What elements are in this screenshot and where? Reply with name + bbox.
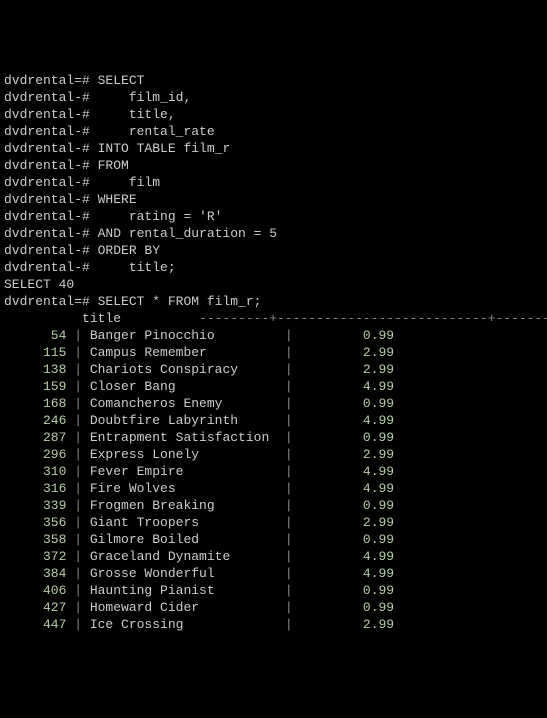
- sql-line: film_id,: [90, 90, 191, 105]
- cell-film-id: 54: [4, 328, 66, 343]
- sql-line: film: [90, 175, 160, 190]
- psql-prompt: dvdrental-#: [4, 141, 90, 156]
- cell-rental-rate: 2.99: [300, 617, 394, 632]
- cell-title: Ice Crossing: [90, 617, 285, 632]
- cell-rental-rate: 4.99: [300, 481, 394, 496]
- psql-prompt: dvdrental-#: [4, 226, 90, 241]
- cell-rental-rate: 4.99: [300, 566, 394, 581]
- cell-title: Gilmore Boiled: [90, 532, 285, 547]
- psql-prompt: dvdrental-#: [4, 124, 90, 139]
- cell-title: Closer Bang: [90, 379, 285, 394]
- psql-prompt: dvdrental-#: [4, 175, 90, 190]
- cell-film-id: 384: [4, 566, 66, 581]
- sql-line: rating = 'R': [90, 209, 223, 224]
- cell-title: Campus Remember: [90, 345, 285, 360]
- cell-rental-rate: 4.99: [300, 413, 394, 428]
- cell-rental-rate: 0.99: [300, 532, 394, 547]
- cell-title: Fire Wolves: [90, 481, 285, 496]
- cell-film-id: 310: [4, 464, 66, 479]
- cell-film-id: 287: [4, 430, 66, 445]
- sql-line: FROM: [90, 158, 129, 173]
- cell-title: Frogmen Breaking: [90, 498, 285, 513]
- cell-rental-rate: 0.99: [300, 498, 394, 513]
- cell-film-id: 246: [4, 413, 66, 428]
- sql-line: SELECT: [90, 73, 145, 88]
- cell-rental-rate: 2.99: [300, 447, 394, 462]
- cell-film-id: 406: [4, 583, 66, 598]
- cell-title: Graceland Dynamite: [90, 549, 285, 564]
- sql-line: WHERE: [90, 192, 137, 207]
- sql-line: SELECT * FROM film_r;: [90, 294, 262, 309]
- cell-film-id: 427: [4, 600, 66, 615]
- header-separator: ---------+---------------------------+--…: [199, 311, 547, 326]
- sql-line: title;: [90, 260, 176, 275]
- psql-prompt: dvdrental-#: [4, 243, 90, 258]
- cell-film-id: 168: [4, 396, 66, 411]
- result-count: SELECT 40: [4, 277, 74, 292]
- sql-line: INTO TABLE film_r: [90, 141, 230, 156]
- cell-rental-rate: 2.99: [300, 345, 394, 360]
- psql-prompt: dvdrental=#: [4, 73, 90, 88]
- terminal-output: dvdrental=# SELECT dvdrental-# film_id, …: [4, 72, 543, 633]
- cell-film-id: 339: [4, 498, 66, 513]
- psql-prompt: dvdrental=#: [4, 294, 90, 309]
- cell-film-id: 159: [4, 379, 66, 394]
- cell-rental-rate: 0.99: [300, 328, 394, 343]
- sql-line: title,: [90, 107, 176, 122]
- cell-title: Comancheros Enemy: [90, 396, 285, 411]
- sql-line: ORDER BY: [90, 243, 160, 258]
- cell-title: Homeward Cider: [90, 600, 285, 615]
- cell-title: Express Lonely: [90, 447, 285, 462]
- cell-rental-rate: 2.99: [300, 515, 394, 530]
- cell-rental-rate: 0.99: [300, 396, 394, 411]
- cell-rental-rate: 0.99: [300, 430, 394, 445]
- cell-rental-rate: 4.99: [300, 379, 394, 394]
- cell-title: Fever Empire: [90, 464, 285, 479]
- cell-rental-rate: 0.99: [300, 583, 394, 598]
- cell-title: Haunting Pianist: [90, 583, 285, 598]
- psql-prompt: dvdrental-#: [4, 192, 90, 207]
- cell-film-id: 356: [4, 515, 66, 530]
- psql-prompt: dvdrental-#: [4, 209, 90, 224]
- cell-title: Banger Pinocchio: [90, 328, 285, 343]
- cell-title: Giant Troopers: [90, 515, 285, 530]
- cell-film-id: 358: [4, 532, 66, 547]
- psql-prompt: dvdrental-#: [4, 90, 90, 105]
- cell-title: Chariots Conspiracy: [90, 362, 285, 377]
- cell-title: Entrapment Satisfaction: [90, 430, 285, 445]
- sql-line: AND rental_duration = 5: [90, 226, 277, 241]
- cell-title: Grosse Wonderful: [90, 566, 285, 581]
- cell-film-id: 115: [4, 345, 66, 360]
- cell-film-id: 296: [4, 447, 66, 462]
- cell-rental-rate: 4.99: [300, 549, 394, 564]
- psql-prompt: dvdrental-#: [4, 107, 90, 122]
- psql-prompt: dvdrental-#: [4, 158, 90, 173]
- cell-film-id: 372: [4, 549, 66, 564]
- cell-title: Doubtfire Labyrinth: [90, 413, 285, 428]
- cell-rental-rate: 0.99: [300, 600, 394, 615]
- cell-rental-rate: 2.99: [300, 362, 394, 377]
- psql-prompt: dvdrental-#: [4, 260, 90, 275]
- cell-film-id: 138: [4, 362, 66, 377]
- cell-rental-rate: 4.99: [300, 464, 394, 479]
- cell-film-id: 447: [4, 617, 66, 632]
- cell-film-id: 316: [4, 481, 66, 496]
- sql-line: rental_rate: [90, 124, 215, 139]
